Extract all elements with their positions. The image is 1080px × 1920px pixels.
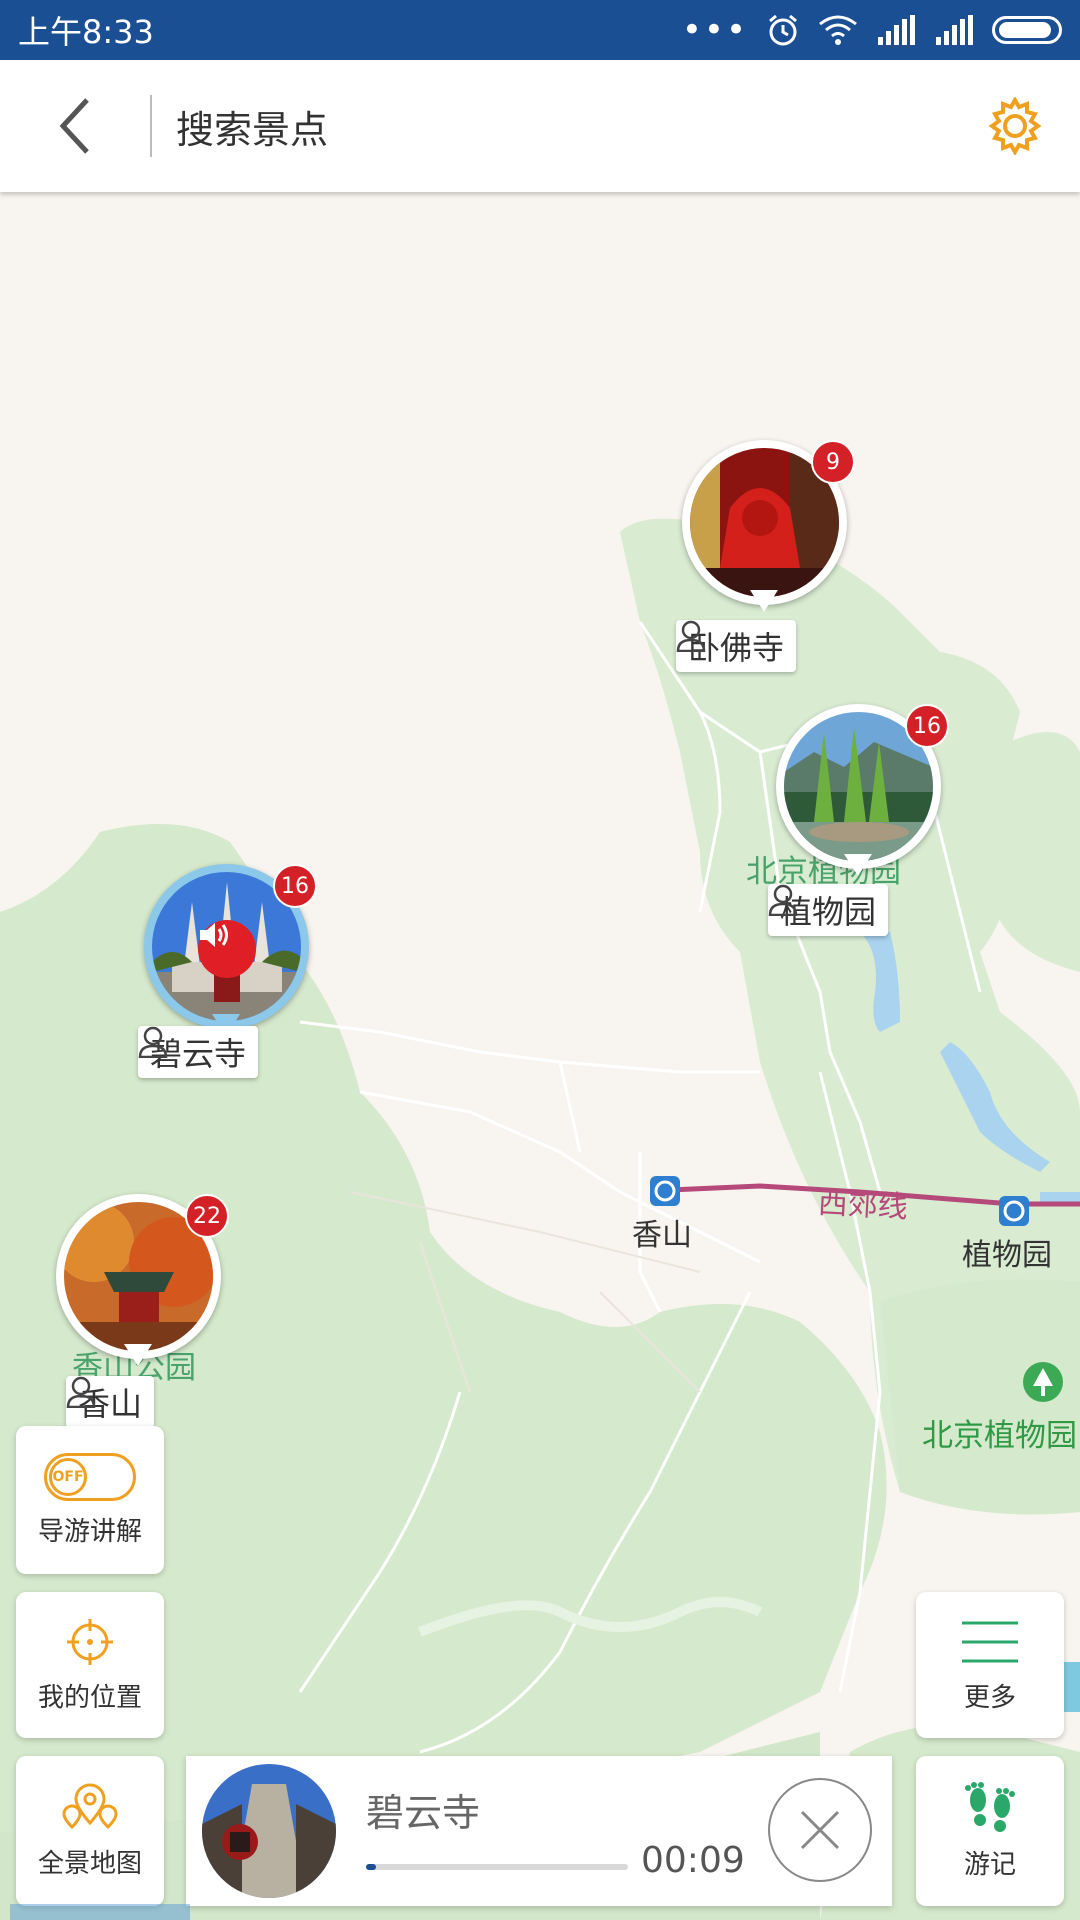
close-icon: [800, 1810, 840, 1850]
travel-notes-button[interactable]: 游记: [916, 1756, 1064, 1906]
guide-label: 导游讲解: [37, 1516, 142, 1547]
poi-count-badge: 16: [273, 864, 317, 908]
speaker-icon[interactable]: [198, 920, 256, 978]
location-label: 我的位置: [37, 1682, 142, 1713]
player-title: 碧云寺: [366, 1791, 481, 1835]
poi-label-biyunsi[interactable]: 碧云寺: [138, 1026, 259, 1078]
poi-tail: [844, 854, 872, 876]
subway-line-label: 西郊线: [816, 1185, 909, 1226]
header-divider: [150, 95, 152, 157]
poi-bubble: 9: [682, 440, 855, 605]
progress-bar[interactable]: [366, 1864, 628, 1870]
signal-icon-2: [936, 15, 973, 45]
station-label-botanical: 植物园: [962, 1238, 1052, 1273]
footprints-icon: [965, 1781, 1015, 1832]
more-label: 更多: [963, 1682, 1016, 1713]
alarm-icon: [769, 14, 797, 46]
poi-marker-botanical[interactable]: 16: [776, 704, 949, 894]
back-button[interactable]: [0, 60, 150, 192]
poi-label-wofosi[interactable]: 卧佛寺: [676, 620, 797, 672]
my-location-button[interactable]: 我的位置: [16, 1592, 164, 1738]
station-label-xiangshan: 香山: [632, 1218, 692, 1253]
player-thumbnail: [202, 1764, 336, 1898]
guide-toggle-button[interactable]: OFF 导游讲解: [16, 1426, 164, 1574]
toggle-state: OFF: [49, 1457, 87, 1496]
more-button[interactable]: 更多: [916, 1592, 1064, 1738]
map-watermark: [10, 1904, 190, 1920]
poi-label-botanical[interactable]: 植物园: [768, 884, 889, 936]
battery-icon: [992, 16, 1062, 44]
poi-count-badge: 16: [905, 704, 949, 748]
poi-count-badge: 22: [185, 1194, 229, 1238]
guide-person-icon: [768, 884, 798, 916]
chevron-left-icon: [59, 98, 89, 154]
signal-icon-1: [878, 15, 915, 45]
menu-icon: [962, 1621, 1018, 1662]
map-pins-icon: [62, 1783, 118, 1829]
player-time: 00:09: [641, 1840, 745, 1881]
travel-label: 游记: [963, 1849, 1016, 1880]
poi-count-badge: 9: [811, 440, 855, 484]
poi-marker-wofosi[interactable]: 9: [682, 440, 855, 630]
guide-person-icon: [676, 620, 706, 652]
poi-bubble: 16: [144, 864, 317, 1029]
status-bar: 上午8:33 •••: [0, 0, 1080, 60]
guide-person-icon: [138, 1026, 168, 1058]
status-icons: •••: [682, 13, 1062, 47]
top-bar: 搜索景点: [0, 60, 1080, 192]
park-label-beijing-botanical-right: 北京植物园: [922, 1418, 1077, 1454]
audio-player: 碧云寺 00:09: [186, 1756, 892, 1906]
search-field[interactable]: 搜索景点: [176, 99, 328, 154]
poi-bubble: 16: [776, 704, 949, 869]
more-dots-icon: •••: [681, 10, 748, 50]
poi-tail: [750, 590, 778, 612]
poi-tail: [124, 1344, 152, 1366]
player-close-button[interactable]: [768, 1778, 872, 1882]
poi-label-xiangshan[interactable]: 香山: [66, 1376, 155, 1428]
poi-bubble: 22: [56, 1194, 229, 1359]
guide-toggle-switch[interactable]: OFF: [44, 1452, 136, 1501]
status-time: 上午8:33: [18, 13, 154, 51]
settings-button[interactable]: [950, 60, 1080, 192]
crosshair-icon: [67, 1618, 113, 1665]
guide-person-icon: [66, 1376, 96, 1408]
gear-icon: [988, 97, 1042, 155]
wifi-icon: [819, 15, 857, 45]
progress-fill: [366, 1864, 377, 1870]
poi-marker-xiangshan[interactable]: 22: [56, 1194, 229, 1384]
